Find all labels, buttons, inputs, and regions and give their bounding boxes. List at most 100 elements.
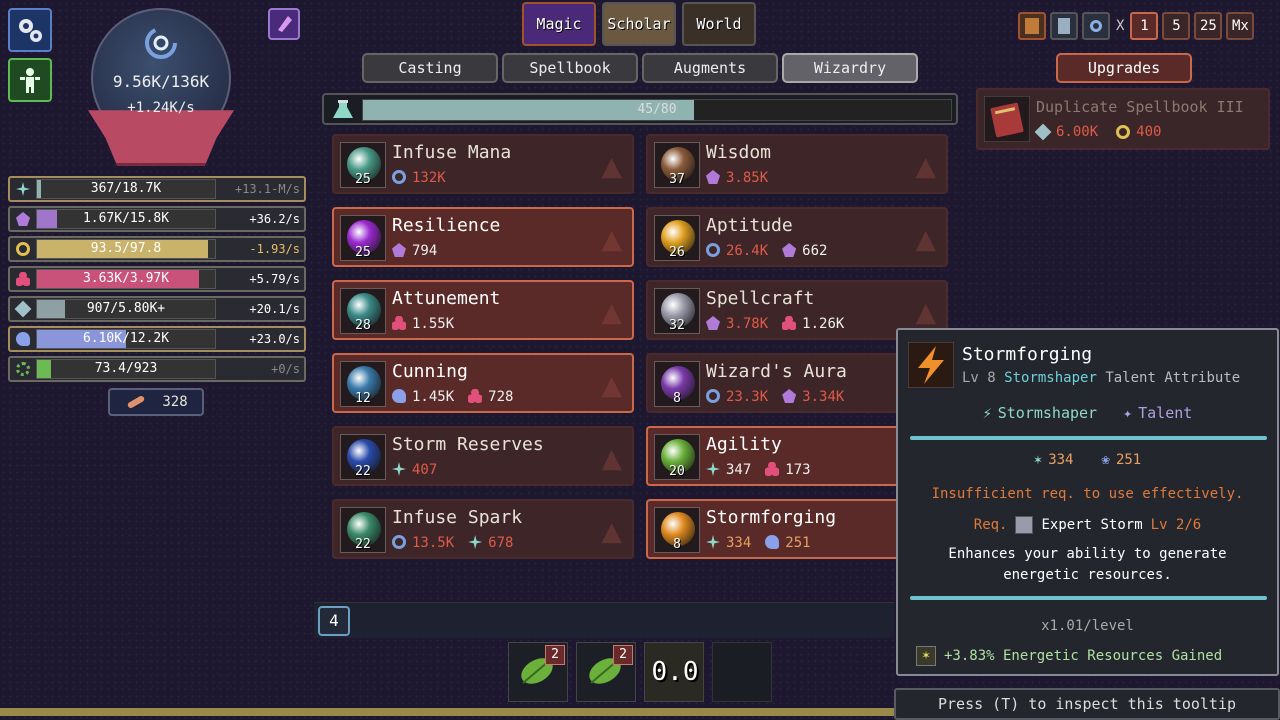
resource-bar: 1.67K/15.8K <box>36 209 216 229</box>
hotbar-slot-2[interactable]: 2 <box>576 642 636 702</box>
resource-value: 93.5/97.8 <box>90 241 162 256</box>
attribute-costs: 3.85K <box>706 170 782 186</box>
attribute-card[interactable]: 26 Aptitude 26.4K 662 ▲ <box>646 207 948 267</box>
attribute-level: 22 <box>355 537 371 552</box>
attribute-cost: 407 <box>412 462 438 478</box>
gold-ring-icon <box>16 242 30 256</box>
upgrade-item-costs: 6.00K 400 <box>1034 123 1161 141</box>
crystal-button[interactable] <box>268 8 300 40</box>
attribute-card[interactable]: 22 Storm Reserves 407 ▲ <box>332 426 634 486</box>
resource-bar: 907/5.80K+ <box>36 299 216 319</box>
attribute-name: Infuse Spark <box>392 507 523 528</box>
attribute-cost: 678 <box>488 535 514 551</box>
upgrade-item[interactable]: Duplicate Spellbook III 6.00K 400 <box>976 88 1270 150</box>
gears-icon <box>19 19 42 42</box>
tooltip-warning: Insufficient req. to use effectively. <box>931 486 1244 502</box>
resource-row[interactable]: 367/18.7K +13.1-M/s <box>8 176 306 202</box>
mana-swirl-icon <box>392 535 406 549</box>
attribute-card[interactable]: 25 Infuse Mana 132K ▲ <box>332 134 634 194</box>
character-button[interactable] <box>8 58 52 102</box>
resource-value: 73.4/923 <box>94 361 158 376</box>
hotbar-slot-1[interactable]: 2 <box>508 642 568 702</box>
spellbook-button[interactable] <box>1018 12 1046 40</box>
scroll-button[interactable] <box>1050 12 1078 40</box>
tab-magic-label: Magic <box>536 15 582 33</box>
multiplier-Mx[interactable]: Mx <box>1226 12 1255 40</box>
attribute-cost: 334 <box>726 535 752 551</box>
spellbook-icon <box>1025 18 1039 34</box>
gold-ring-icon <box>1116 125 1131 139</box>
attribute-card[interactable]: 28 Attunement 1.55K ▲ <box>332 280 634 340</box>
inspect-hint: Press (T) to inspect this tooltip <box>894 688 1280 720</box>
subtab-spellbook[interactable]: Spellbook <box>502 53 638 83</box>
mana-rate: +1.24K/s <box>127 100 195 116</box>
hotbar-badge[interactable]: 4 <box>318 606 350 636</box>
attribute-costs: 13.5K 678 <box>392 535 527 551</box>
tab-world[interactable]: World <box>682 2 756 46</box>
attribute-level: 25 <box>355 245 371 260</box>
attribute-costs: 1.55K <box>392 316 468 332</box>
attribute-card[interactable]: 12 Cunning 1.45K 728 ▲ <box>332 353 634 413</box>
attribute-card[interactable]: 37 Wisdom 3.85K ▲ <box>646 134 948 194</box>
ice-cube-icon <box>1034 123 1052 141</box>
subtab-wizardry[interactable]: Wizardry <box>782 53 918 83</box>
ice-cube-icon <box>14 300 32 318</box>
wizard-hat-icon: ▲ <box>601 438 622 478</box>
resource-row[interactable]: 93.5/97.8 -1.93/s <box>8 236 306 262</box>
settings-button[interactable] <box>8 8 52 52</box>
tab-magic[interactable]: Magic <box>522 2 596 46</box>
multiplier-5[interactable]: 5 <box>1162 12 1191 40</box>
attribute-tooltip: Stormforging Lv 8 Stormshaper Talent Att… <box>896 328 1279 676</box>
attribute-costs: 347 173 <box>706 462 825 478</box>
req-name: Expert Storm <box>1041 517 1143 533</box>
top-right-controls: X 1 5 25 Mx <box>1018 12 1255 40</box>
upgrades-label: Upgrades <box>1087 59 1161 77</box>
attribute-cost: 728 <box>488 389 514 405</box>
upgrade-item-name: Duplicate Spellbook III <box>1036 98 1244 116</box>
hotbar-slot-4[interactable] <box>712 642 772 702</box>
attribute-card[interactable]: 22 Infuse Spark 13.5K 678 ▲ <box>332 499 634 559</box>
resource-value: 367/18.7K <box>90 181 162 196</box>
resource-row[interactable]: 6.10K/12.2K +23.0/s <box>8 326 306 352</box>
resource-icon-cell <box>10 328 36 350</box>
resource-bar: 73.4/923 <box>36 359 216 379</box>
mana-swirl-icon <box>706 243 720 257</box>
resource-row[interactable]: 73.4/923 +0/s <box>8 356 306 382</box>
resource-row[interactable]: 1.67K/15.8K +36.2/s <box>8 206 306 232</box>
tab-scholar[interactable]: Scholar <box>602 2 676 46</box>
tooltip-cost-1: 334 <box>1048 452 1074 468</box>
resource-icon-cell <box>10 358 36 380</box>
hotbar-slot-3[interactable]: 0.0 <box>644 642 704 702</box>
energy-resources-icon: ✶ <box>916 646 936 666</box>
green-gear-icon <box>16 362 30 376</box>
multiplier-25[interactable]: 25 <box>1194 12 1223 40</box>
subtab-augments[interactable]: Augments <box>642 53 778 83</box>
subtab-casting-label: Casting <box>398 59 462 77</box>
resource-row[interactable]: 3.63K/3.97K +5.79/s <box>8 266 306 292</box>
attribute-cost: 794 <box>412 243 438 259</box>
tooltip-tags: ⚡ Stormshaper ✦ Talent <box>898 404 1277 422</box>
attribute-card[interactable]: 25 Resilience 794 ▲ <box>332 207 634 267</box>
req-level: Lv 2/6 <box>1150 517 1202 533</box>
resource-value: 907/5.80K+ <box>86 301 166 316</box>
search-button[interactable] <box>1082 12 1110 40</box>
attribute-cost: 3.78K <box>726 316 769 332</box>
scroll-icon <box>128 396 145 408</box>
resource-bar: 93.5/97.8 <box>36 239 216 259</box>
multiplier-1[interactable]: 1 <box>1130 12 1159 40</box>
attribute-cost: 1.45K <box>412 389 455 405</box>
energy-spark-icon <box>706 462 720 476</box>
attribute-cost: 3.34K <box>802 389 845 405</box>
upgrades-button[interactable]: Upgrades <box>1056 53 1192 83</box>
tooltip-subtitle: Lv 8 Stormshaper Talent Attribute <box>962 370 1240 386</box>
pink-trefoil-icon <box>765 462 780 476</box>
tooltip-desc-2: energetic resources. <box>1003 567 1172 583</box>
blue-flower-icon <box>392 389 406 403</box>
resource-row[interactable]: 907/5.80K+ +20.1/s <box>8 296 306 322</box>
scroll-count: 328 <box>162 394 188 410</box>
attribute-name: Wisdom <box>706 142 772 163</box>
purple-rune-icon <box>782 243 797 257</box>
attribute-cost: 13.5K <box>412 535 455 551</box>
blue-flower-icon <box>765 535 780 549</box>
subtab-casting[interactable]: Casting <box>362 53 498 83</box>
